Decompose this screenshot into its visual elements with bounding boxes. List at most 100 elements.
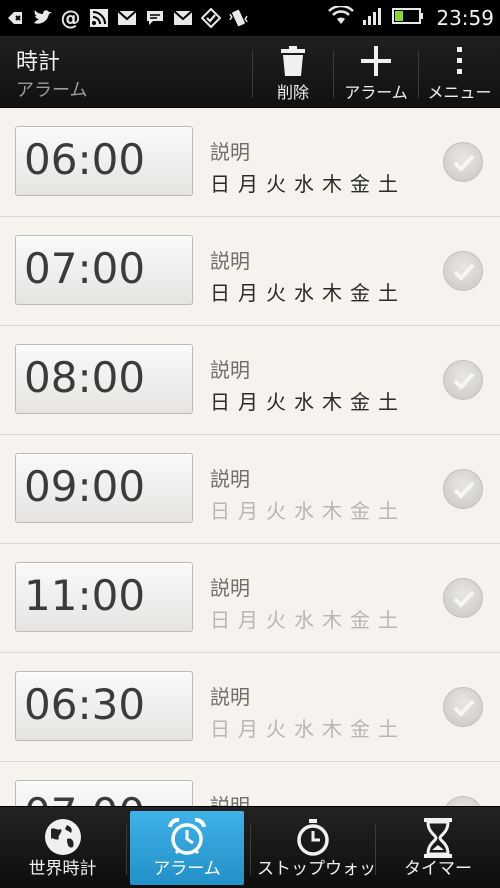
delete-button[interactable]: 削除 [253, 36, 333, 108]
alarm-toggle-checkbox[interactable] [443, 687, 483, 727]
weekday-label: 木 [322, 281, 342, 305]
alarm-time-button[interactable]: 06:30 [15, 671, 193, 741]
weekday-label: 金 [350, 172, 370, 196]
alarm-days: 日月火水木金土 [210, 604, 398, 633]
alarm-time: 07:00 [24, 244, 146, 293]
weekday-label: 水 [294, 390, 314, 414]
tab-bar: 世界時計 アラーム ストップウォッチ タイマー [0, 806, 500, 888]
alarm-description: 説明 [210, 685, 250, 709]
alarm-time-button[interactable]: 07:00 [15, 780, 193, 806]
stopwatch-icon [293, 817, 333, 862]
tab-world-clock[interactable]: 世界時計 [0, 811, 125, 885]
weekday-label: 土 [378, 281, 398, 305]
alarm-time: 07:00 [24, 789, 145, 806]
weekday-label: 日 [210, 172, 230, 196]
rss-icon [88, 8, 109, 29]
weekday-label: 月 [238, 390, 258, 414]
weekday-label: 月 [238, 172, 258, 196]
weekday-label: 金 [350, 717, 370, 741]
alarm-description: 説明 [210, 140, 250, 164]
weekday-label: 水 [294, 499, 314, 523]
app-subtitle: アラーム [16, 80, 88, 101]
weekday-label: 金 [350, 390, 370, 414]
alarm-row[interactable]: 11:00 説明日月火水木金土 [0, 544, 500, 653]
checkmark-icon [453, 481, 475, 499]
weekday-label: 月 [238, 281, 258, 305]
alarm-time: 11:00 [24, 571, 146, 620]
add-alarm-button[interactable]: アラーム [334, 36, 418, 108]
alarm-days: 日月火水木金土 [210, 277, 398, 306]
alarm-days: 日月火水木金土 [210, 168, 398, 197]
weekday-label: 木 [322, 608, 342, 632]
weekday-label: 月 [238, 608, 258, 632]
message-icon [144, 8, 165, 29]
wifi-icon [328, 4, 355, 30]
weekday-label: 土 [378, 717, 398, 741]
alarm-description: 説明 [210, 358, 250, 382]
weekday-label: 日 [210, 717, 230, 741]
tab-alarm[interactable]: アラーム [130, 811, 244, 885]
alarm-time-button[interactable]: 08:00 [15, 344, 193, 414]
checkmark-icon [453, 372, 475, 390]
gmail-icon [116, 8, 137, 29]
weekday-label: 火 [266, 172, 286, 196]
menu-button[interactable]: メニュー [419, 36, 500, 108]
alarm-time-button[interactable]: 09:00 [15, 453, 193, 523]
tab-stopwatch[interactable]: ストップウォッチ [251, 811, 375, 885]
alarm-toggle-checkbox[interactable] [443, 796, 483, 806]
alarm-list[interactable]: 06:00 説明日月火水木金土 07:00 説明日月火水木金土 08:00 説明日月火水木… [0, 108, 500, 806]
weekday-label: 金 [350, 608, 370, 632]
divider [126, 823, 127, 875]
hourglass-icon [422, 817, 454, 864]
tab-timer[interactable]: タイマー [376, 811, 500, 885]
weekday-label: 火 [266, 281, 286, 305]
weekday-label: 木 [322, 717, 342, 741]
alarm-row[interactable]: 06:30 説明日月火水木金土 [0, 653, 500, 762]
alarm-toggle-checkbox[interactable] [443, 142, 483, 182]
weekday-label: 火 [266, 499, 286, 523]
weekday-label: 日 [210, 390, 230, 414]
action-bar: 時計 アラーム 削除 アラーム メニュー [0, 36, 500, 108]
globe-icon [43, 817, 83, 862]
weekday-label: 火 [266, 608, 286, 632]
weekday-label: 金 [350, 499, 370, 523]
battery-icon [392, 7, 424, 29]
usb-debug-icon [4, 8, 25, 29]
weekday-label: 日 [210, 281, 230, 305]
alarm-row[interactable]: 08:00 説明日月火水木金土 [0, 326, 500, 435]
alarm-row[interactable]: 06:00 説明日月火水木金土 [0, 108, 500, 217]
alarm-days: 日月火水木金土 [210, 495, 398, 524]
weekday-label: 土 [378, 172, 398, 196]
weekday-label: 火 [266, 390, 286, 414]
alarm-time-button[interactable]: 06:00 [15, 126, 193, 196]
weekday-label: 土 [378, 499, 398, 523]
app-title: 時計 [16, 50, 61, 75]
weekday-label: 火 [266, 717, 286, 741]
alarm-clock-icon [167, 817, 207, 862]
menu-label: メニュー [427, 83, 492, 102]
weekday-label: 水 [294, 717, 314, 741]
weekday-label: 水 [294, 172, 314, 196]
weekday-label: 土 [378, 608, 398, 632]
weekday-label: 月 [238, 499, 258, 523]
alarm-row[interactable]: 07:00 説明日月火水木金土 [0, 217, 500, 326]
alarm-time-button[interactable]: 11:00 [15, 562, 193, 632]
alarm-time: 06:00 [24, 135, 146, 184]
weekday-label: 日 [210, 499, 230, 523]
plus-icon [361, 46, 391, 80]
task-icon [200, 8, 221, 29]
alarm-toggle-checkbox[interactable] [443, 469, 483, 509]
alarm-toggle-checkbox[interactable] [443, 360, 483, 400]
alarm-description: 説明 [210, 249, 250, 273]
weekday-label: 木 [322, 499, 342, 523]
alarm-toggle-checkbox[interactable] [443, 578, 483, 618]
alarm-row[interactable]: 07:00説明日月火水木金土 [0, 762, 500, 806]
alarm-row[interactable]: 09:00 説明日月火水木金土 [0, 435, 500, 544]
weekday-label: 水 [294, 281, 314, 305]
alarm-toggle-checkbox[interactable] [443, 251, 483, 291]
alarm-description: 説明 [210, 576, 250, 600]
alarm-description: 説明 [210, 467, 250, 491]
alarm-time-button[interactable]: 07:00 [15, 235, 193, 305]
checkmark-icon [453, 699, 475, 717]
trash-icon [281, 46, 305, 80]
